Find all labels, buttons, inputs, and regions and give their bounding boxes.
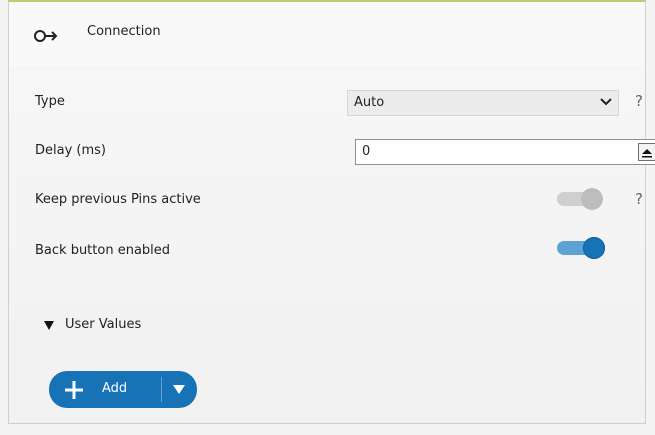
delay-input-value: 0: [362, 144, 371, 159]
type-help-icon[interactable]: ?: [635, 92, 643, 110]
triangle-down-icon: [173, 385, 185, 394]
back-button-toggle[interactable]: [557, 237, 607, 259]
panel-header: Connection: [9, 2, 645, 66]
back-button-label: Back button enabled: [35, 243, 171, 258]
add-dropdown-button[interactable]: [162, 371, 197, 408]
panel-title: Connection: [87, 24, 161, 39]
chevron-down-icon: [600, 98, 612, 106]
type-label: Type: [35, 94, 65, 109]
toggle-knob: [581, 188, 603, 210]
toggle-knob: [583, 237, 605, 259]
arrow-up-icon: [642, 149, 652, 158]
keep-pins-help-icon[interactable]: ?: [635, 190, 643, 208]
connection-icon: [34, 30, 58, 42]
type-select-value: Auto: [354, 95, 385, 110]
delay-label: Delay (ms): [35, 143, 106, 158]
user-values-header[interactable]: User Values: [65, 317, 141, 332]
delay-input[interactable]: 0: [355, 139, 655, 165]
add-button[interactable]: Add: [49, 371, 157, 408]
add-button-group: Add: [49, 371, 197, 408]
plus-icon: [65, 381, 83, 399]
triangle-down-icon[interactable]: [43, 319, 55, 331]
keep-pins-toggle[interactable]: [557, 188, 607, 210]
add-button-label: Add: [102, 381, 128, 396]
connection-panel: Connection Type Auto ? Delay (ms) 0 Keep…: [8, 0, 655, 424]
type-select[interactable]: Auto: [347, 90, 619, 116]
delay-spin-up-button[interactable]: [638, 143, 655, 161]
keep-pins-label: Keep previous Pins active: [35, 192, 201, 207]
